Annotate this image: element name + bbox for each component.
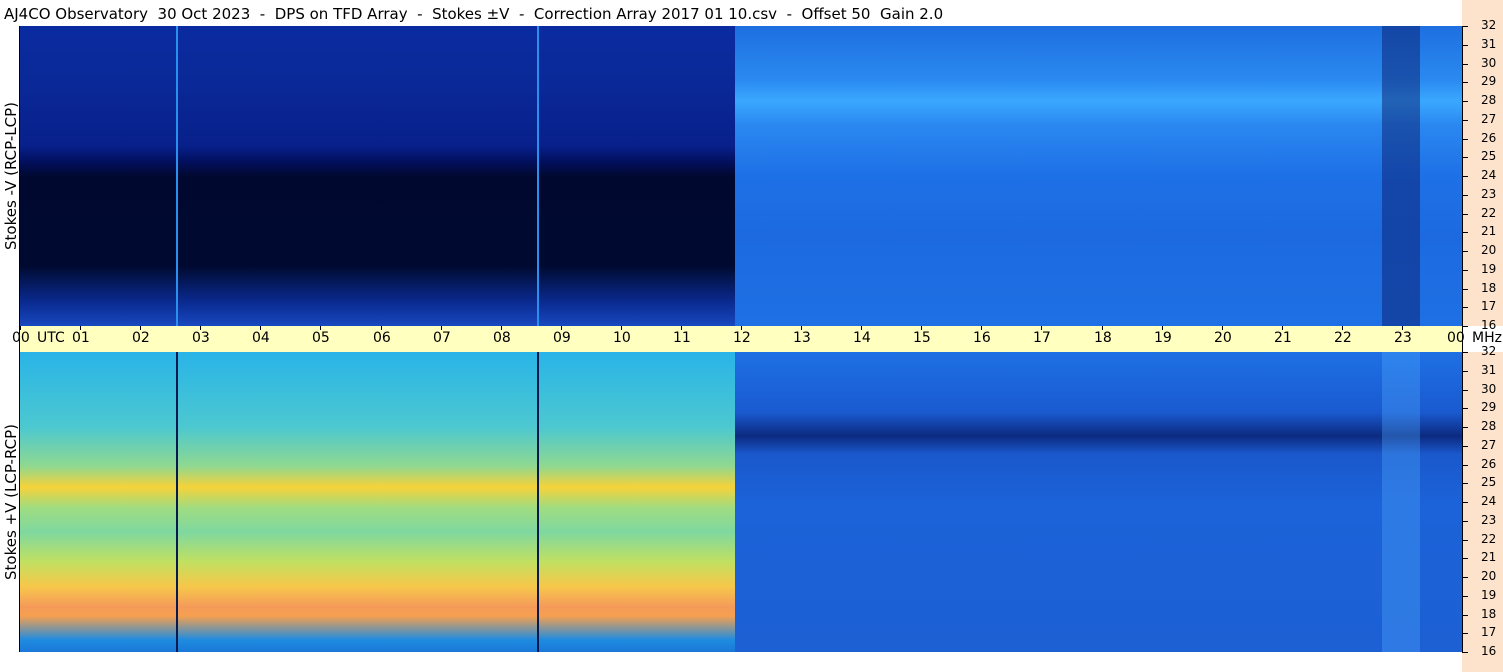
utc-tick-label: 08 [493,330,511,346]
utc-tick-label: 01 [72,330,90,346]
utc-tick-label: 11 [673,330,691,346]
bottom-day-region [20,352,735,652]
top-mhz-label: 24 [1481,168,1497,182]
utc-tick-label: 19 [1154,330,1172,346]
utc-tick-label: 14 [853,330,871,346]
bottom-mhz-label: 22 [1481,532,1497,546]
utc-tick-label: 02 [132,330,150,346]
top-mhz-label: 32 [1481,18,1497,32]
top-mhz-label: 20 [1481,243,1497,257]
chart-title: AJ4CO Observatory 30 Oct 2023 - DPS on T… [4,5,944,23]
utc-tick-label: 00 [12,330,30,346]
bottom-mhz-label: 16 [1481,644,1497,658]
utc-tick-label: 10 [613,330,631,346]
bottom-mhz-label: 29 [1481,400,1497,414]
top-mhz-label: 31 [1481,37,1497,51]
utc-tick-label: 13 [793,330,811,346]
top-mhz-label: 25 [1481,149,1497,163]
top-mhz-label: 16 [1481,318,1497,332]
bottom-mhz-label: 28 [1481,419,1497,433]
utc-tick-label: 23 [1394,330,1412,346]
bottom-mhz-tick [1462,652,1468,653]
top-dark-strip [1381,26,1420,326]
bottom-mhz-label: 19 [1481,588,1497,602]
top-night-region [734,26,1462,326]
top-mhz-label: 21 [1481,224,1497,238]
bottom-mhz-label: 25 [1481,475,1497,489]
top-vertical-marker [176,26,179,326]
bottom-mhz-label: 30 [1481,382,1497,396]
top-mhz-label: 22 [1481,206,1497,220]
utc-tick-label: 16 [973,330,991,346]
utc-tick-label: 04 [252,330,270,346]
utc-tick-label: 12 [733,330,751,346]
top-mhz-label: 18 [1481,281,1497,295]
bottom-light-strip [1381,352,1420,652]
bottom-panel-ylabel: Stokes +V (LCP-RCP) [2,424,20,580]
utc-tick-label: 21 [1274,330,1292,346]
utc-tick-label: 15 [913,330,931,346]
bottom-spectrogram-panel [20,352,1462,652]
bottom-mhz-label: 27 [1481,438,1497,452]
utc-tick-label: 17 [1033,330,1051,346]
utc-tick-label: 06 [373,330,391,346]
top-mhz-label: 27 [1481,112,1497,126]
top-mhz-label: 23 [1481,187,1497,201]
utc-axis-label: UTC [37,330,65,346]
top-vertical-marker [536,26,539,326]
utc-tick-label: 20 [1214,330,1232,346]
bottom-mhz-label: 23 [1481,513,1497,527]
top-mhz-label: 29 [1481,74,1497,88]
utc-tick-label: 22 [1334,330,1352,346]
top-mhz-label: 19 [1481,262,1497,276]
bottom-night-region [734,352,1462,652]
bottom-mhz-label: 31 [1481,363,1497,377]
utc-tick-label: 03 [192,330,210,346]
bottom-mhz-label: 20 [1481,569,1497,583]
top-mhz-label: 26 [1481,131,1497,145]
utc-tick-label: 07 [433,330,451,346]
bottom-mhz-label: 32 [1481,344,1497,358]
top-mhz-label: 30 [1481,56,1497,70]
top-spectrogram-panel [20,26,1462,326]
top-mhz-label: 17 [1481,299,1497,313]
top-panel-ylabel: Stokes -V (RCP-LCP) [2,102,20,250]
bottom-mhz-label: 26 [1481,457,1497,471]
bottom-mhz-label: 18 [1481,607,1497,621]
frame-left [19,26,20,652]
top-mhz-label: 28 [1481,93,1497,107]
utc-tick-label: 18 [1094,330,1112,346]
utc-tick-label: 09 [553,330,571,346]
bottom-mhz-label: 24 [1481,494,1497,508]
bottom-mhz-label: 17 [1481,625,1497,639]
utc-tick-label: 05 [312,330,330,346]
bottom-vertical-marker [176,352,179,652]
bottom-mhz-label: 21 [1481,550,1497,564]
top-day-region [20,26,735,326]
frame-right [1462,26,1463,652]
bottom-vertical-marker [536,352,539,652]
